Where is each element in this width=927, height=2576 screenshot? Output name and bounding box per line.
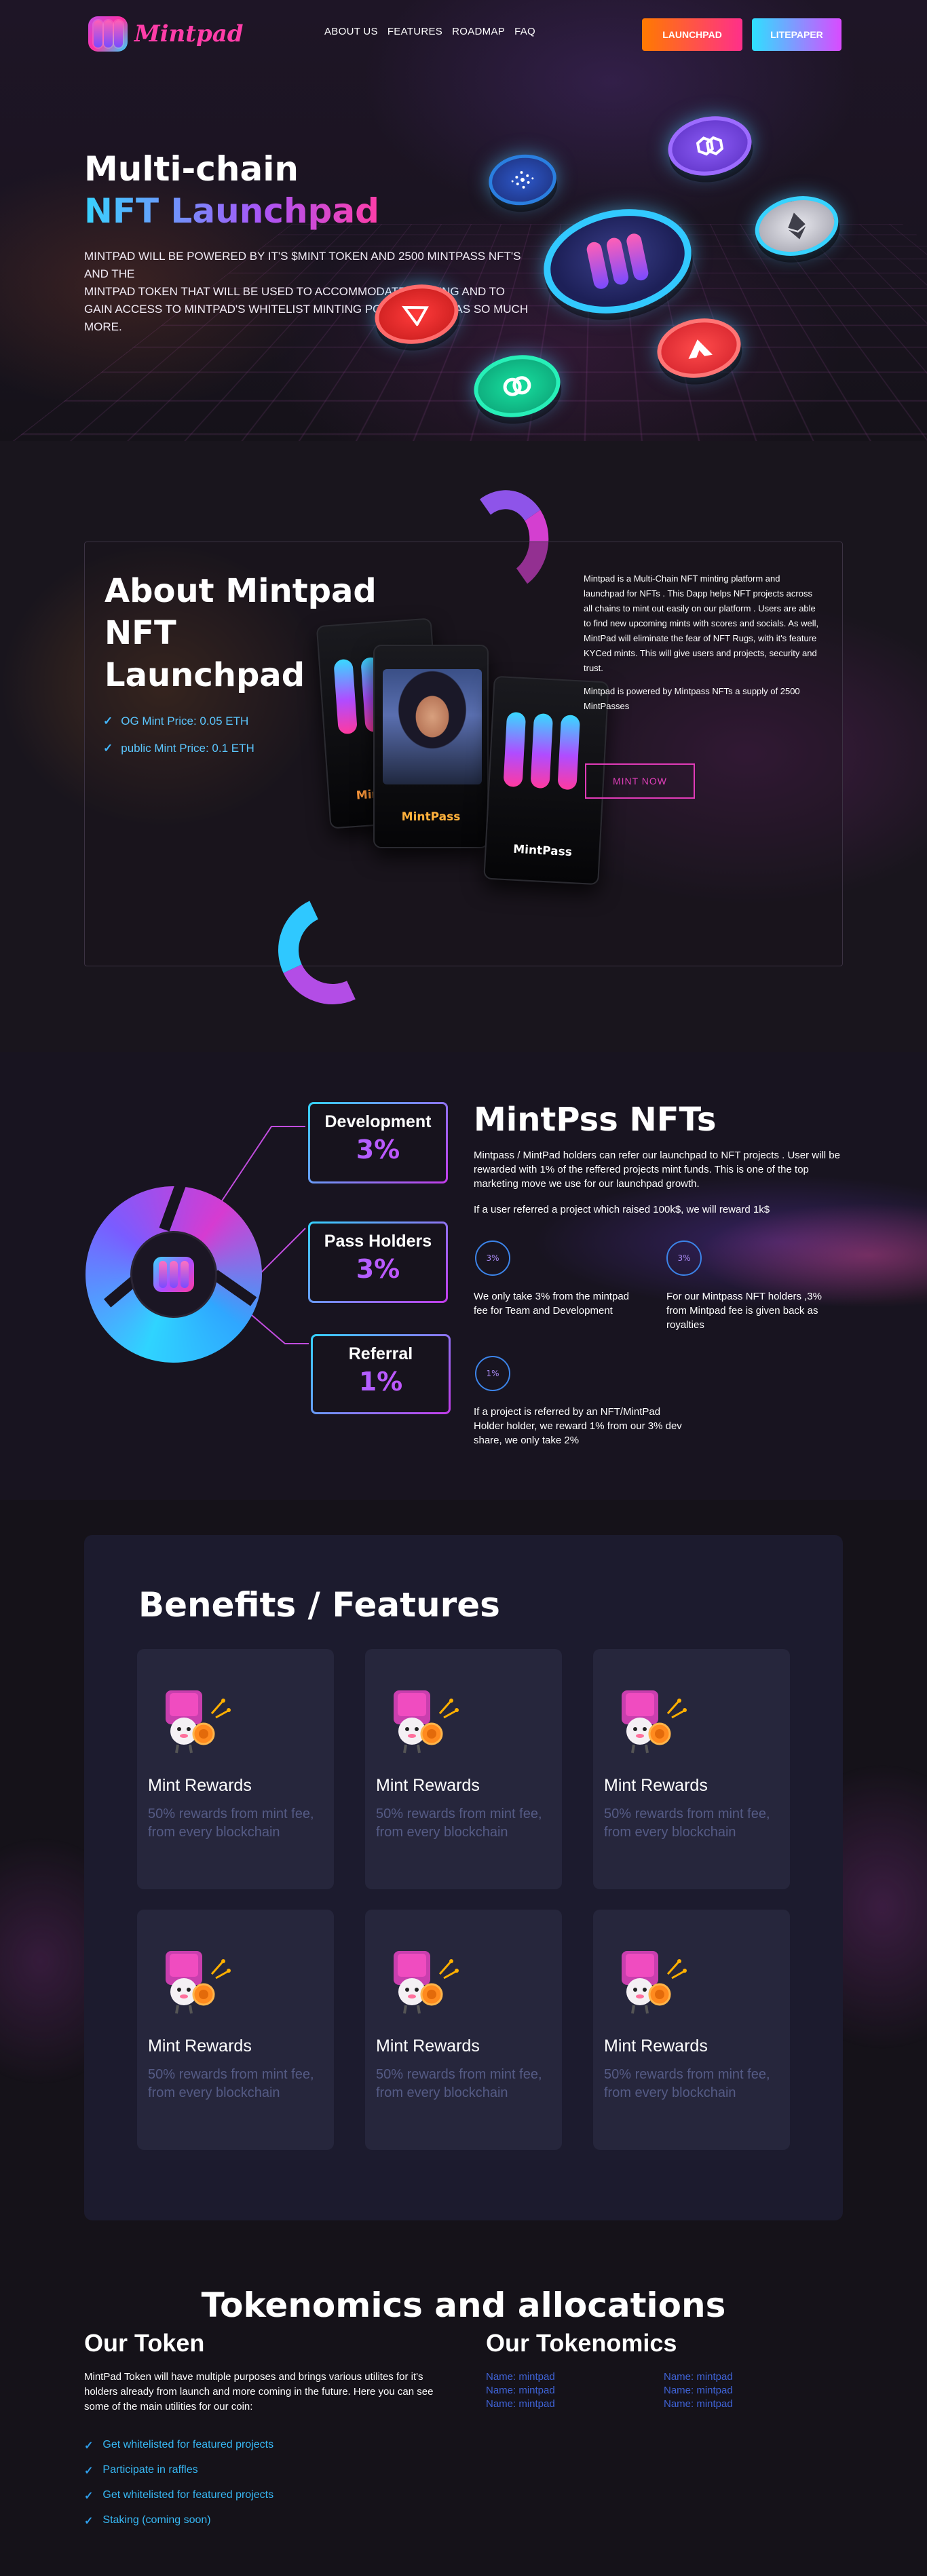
public-mint-price: public Mint Price: 0.1 ETH [121,742,254,755]
launchpad-button[interactable]: LAUNCHPAD [642,18,742,51]
allocation-name: Name: mintpad [486,2371,664,2383]
stat-value: 3% [310,1254,446,1284]
feature-name: Mint Rewards [148,2037,252,2056]
point-text: If a project is referred by an NFT/MintP… [474,1405,684,1447]
pct-circle: 3% [666,1240,702,1276]
character-portrait [383,669,482,784]
development-box: Development 3% [308,1102,448,1183]
pct-circle: 1% [475,1356,510,1391]
check-icon: ✓ [84,2514,93,2528]
reward-character-icon [385,1947,460,2015]
og-mint-price: OG Mint Price: 0.05 ETH [121,715,248,728]
token-description: MintPad Token will have multiple purpose… [84,2370,444,2414]
brand-logo[interactable]: Mintpad [88,14,244,54]
stat-title: Pass Holders [310,1232,446,1251]
list-item: ✓ Get whitelisted for featured projects [84,2489,273,2503]
reward-character-icon [157,1686,232,1754]
stat-title: Development [310,1112,446,1132]
utility-list: ✓ Get whitelisted for featured projects ✓… [84,2439,273,2539]
mintpass-card-stack: Mintpass MintPass MintPass [312,611,597,896]
feature-name: Mint Rewards [376,2037,480,2056]
nav-faq[interactable]: FAQ [514,26,535,37]
stat-value: 3% [310,1135,446,1164]
feature-description: 50% rewards from mint fee, from every bl… [148,2066,324,2102]
nav-about-us[interactable]: ABOUT US [324,26,378,37]
point-text: For our Mintpass NFT holders ,3% from Mi… [666,1289,844,1332]
tokenomics-title: Tokenomics and allocations [0,2286,927,2325]
allocation-name: Name: mintpad [664,2385,799,2396]
feature-card: Mint Rewards 50% rewards from mint fee, f… [137,1649,334,1889]
stat-value: 1% [313,1367,449,1397]
check-icon: ✓ [84,2439,93,2452]
brand-name: Mintpad [134,20,244,48]
reward-character-icon [613,1686,688,1754]
list-item: ✓ Staking (coming soon) [84,2514,273,2528]
feature-description: 50% rewards from mint fee, from every bl… [604,1805,780,1842]
mintpass-title: MintPss NFTs [474,1101,716,1139]
pct-circle: 3% [475,1240,510,1276]
litepaper-button[interactable]: LITEPAPER [752,18,841,51]
pass-holders-box: Pass Holders 3% [308,1221,448,1303]
stat-title: Referral [313,1344,449,1364]
feature-name: Mint Rewards [148,1776,252,1796]
nav-roadmap[interactable]: ROADMAP [452,26,505,37]
mintpass-intro: Mintpass / MintPad holders can refer our… [474,1148,844,1191]
mintpad-logo-icon [153,1257,194,1292]
reward-character-icon [385,1686,460,1754]
price-item: ✓ public Mint Price: 0.1 ETH [103,742,254,755]
card-label: MintPass [486,841,599,861]
feature-description: 50% rewards from mint fee, from every bl… [376,2066,552,2102]
feature-name: Mint Rewards [604,1776,708,1796]
list-item: ✓ Participate in raffles [84,2464,273,2478]
mintpad-logo-icon [503,712,582,797]
feature-description: 50% rewards from mint fee, from every bl… [376,1805,552,1842]
check-icon: ✓ [103,715,113,728]
mintpad-logo-icon [88,16,128,52]
price-list: ✓ OG Mint Price: 0.05 ETH ✓ public Mint … [103,715,254,755]
mintpass-example: If a user referred a project which raise… [474,1202,844,1217]
feature-card: Mint Rewards 50% rewards from mint fee, f… [593,1910,790,2150]
allocation-name: Name: mintpad [486,2398,664,2410]
reward-character-icon [613,1947,688,2015]
check-icon: ✓ [103,742,113,755]
feature-card: Mint Rewards 50% rewards from mint fee, f… [365,1910,562,2150]
utility-label: Participate in raffles [102,2464,197,2478]
feature-description: 50% rewards from mint fee, from every bl… [148,1805,324,1842]
utility-label: Get whitelisted for featured projects [102,2489,273,2503]
feature-description: 50% rewards from mint fee, from every bl… [604,2066,780,2102]
feature-card: Mint Rewards 50% rewards from mint fee, f… [137,1910,334,2150]
utility-label: Get whitelisted for featured projects [102,2439,273,2452]
check-icon: ✓ [84,2489,93,2503]
feature-name: Mint Rewards [376,1776,480,1796]
mint-now-button[interactable]: MINT NOW [585,763,695,799]
list-item: ✓ Get whitelisted for featured projects [84,2439,273,2452]
allocation-name: Name: mintpad [486,2385,664,2396]
hero-title: Multi-chain [84,149,299,189]
utility-label: Staking (coming soon) [102,2514,210,2528]
donut-center [130,1231,217,1318]
about-description: Mintpad is a Multi-Chain NFT minting pla… [584,571,822,722]
feature-card: Mint Rewards 50% rewards from mint fee, f… [593,1649,790,1889]
hero-title-gradient: NFT Launchpad [84,191,379,231]
mintpass-card-portrait: MintPass [373,645,489,848]
benefits-title: Benefits / Features [138,1585,500,1625]
allocation-name: Name: mintpad [664,2371,799,2383]
point-text: We only take 3% from the mintpad fee for… [474,1289,637,1318]
our-tokenomics-heading: Our Tokenomics [486,2329,677,2357]
main-nav: ABOUT US FEATURES ROADMAP FAQ [324,26,535,37]
price-item: ✓ OG Mint Price: 0.05 ETH [103,715,254,728]
allocation-list: Name: mintpad Name: mintpad Name: mintpa… [486,2371,799,2410]
about-paragraph: Mintpad is a Multi-Chain NFT minting pla… [584,571,822,676]
hero-description: MINTPAD WILL BE POWERED BY IT'S $MINT TO… [84,248,532,336]
card-label: MintPass [375,810,487,824]
our-token-heading: Our Token [84,2329,204,2357]
feature-card: Mint Rewards 50% rewards from mint fee, f… [365,1649,562,1889]
feature-name: Mint Rewards [604,2037,708,2056]
check-icon: ✓ [84,2464,93,2478]
referral-box: Referral 1% [311,1334,451,1414]
about-paragraph: Mintpad is powered by Mintpass NFTs a su… [584,684,822,714]
nav-features[interactable]: FEATURES [387,26,442,37]
allocation-name: Name: mintpad [664,2398,799,2410]
reward-character-icon [157,1947,232,2015]
